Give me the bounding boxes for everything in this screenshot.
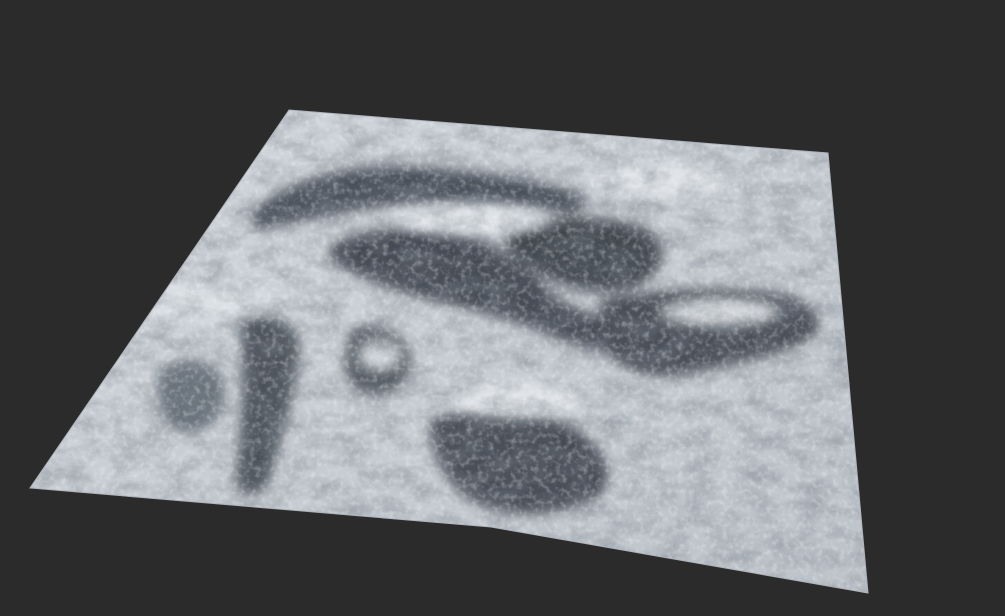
3d-viewport[interactable] — [0, 0, 1005, 616]
terrain-fine-detail — [30, 110, 868, 593]
terrain-mesh[interactable] — [0, 0, 1005, 616]
